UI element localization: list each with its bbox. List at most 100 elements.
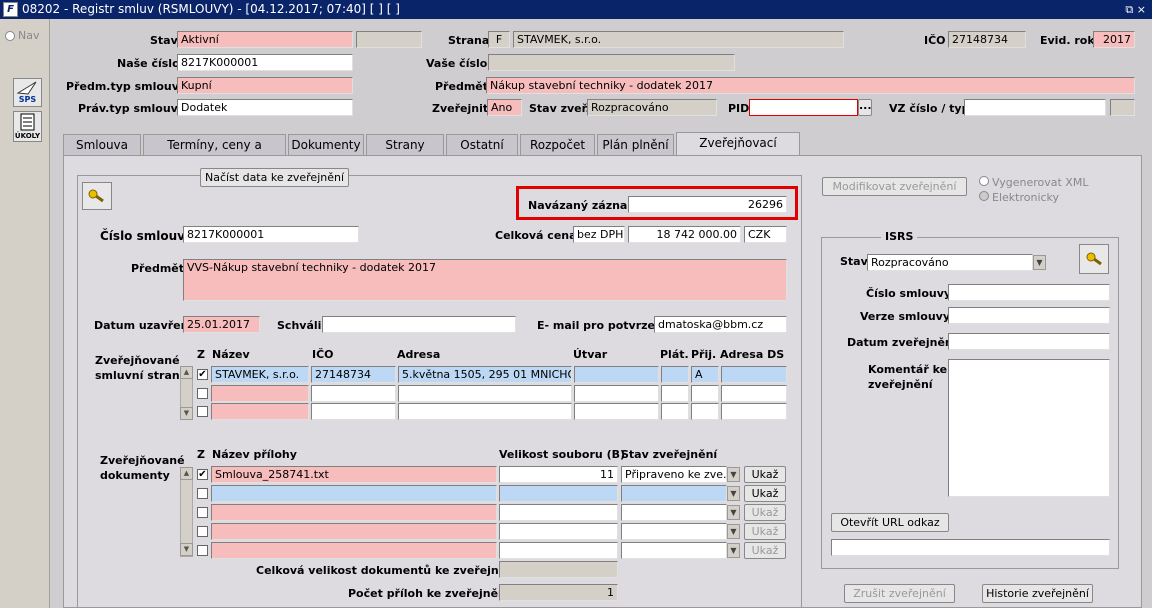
strany-row-adresa-ds[interactable]	[721, 366, 787, 383]
strany-row-ico[interactable]: 27148734	[311, 366, 396, 383]
strany-row-ico[interactable]	[311, 403, 396, 420]
strany-row-nazev[interactable]: STAVMEK, s.r.o.	[211, 366, 309, 383]
dokument-row-stav[interactable]	[621, 542, 727, 559]
dokument-row-checkbox[interactable]	[197, 507, 208, 518]
strany-row-nazev[interactable]	[211, 385, 309, 402]
predm-typ-field[interactable]: Kupní	[177, 77, 353, 94]
dokument-row-stav[interactable]	[621, 523, 727, 540]
evid-rok-field[interactable]: 2017	[1093, 31, 1135, 48]
strany-row-prij[interactable]: A	[691, 366, 719, 383]
tab-plan-plneni[interactable]: Plán plnění	[597, 134, 674, 155]
dokument-row-velikost[interactable]	[499, 504, 618, 521]
isrs-verze-field[interactable]	[948, 307, 1110, 324]
predmet-field[interactable]: Nákup stavební techniky - dodatek 2017	[486, 77, 1135, 94]
cislo-smlouvy-field[interactable]: 8217K000001	[183, 226, 359, 243]
dokument-row-stav[interactable]	[621, 485, 727, 502]
ukaz-button[interactable]: Ukaž	[744, 504, 786, 521]
tab-strany[interactable]: Strany	[366, 134, 444, 155]
pid-field[interactable]	[749, 99, 858, 116]
dokument-row-nazev[interactable]	[211, 523, 497, 540]
isrs-url-field[interactable]	[831, 539, 1110, 556]
mena-field[interactable]: CZK	[744, 226, 787, 243]
ukoly-icon[interactable]: ÚKOLY	[13, 111, 42, 142]
strany-row-adresa[interactable]	[398, 385, 572, 402]
vz-cislo-field[interactable]	[964, 99, 1106, 116]
strany-scroll-down[interactable]: ▼	[180, 407, 193, 420]
chevron-down-icon[interactable]: ▼	[1033, 255, 1046, 270]
strany-row-prij[interactable]	[691, 403, 719, 420]
strany-row-plat[interactable]	[661, 385, 689, 402]
dokument-row-checkbox[interactable]	[197, 545, 208, 556]
strany-row-prij[interactable]	[691, 385, 719, 402]
cena-field[interactable]: 18 742 000.00	[628, 226, 741, 243]
window-controls[interactable]: ⧉ ×	[1125, 0, 1146, 19]
strany-row-adresa[interactable]	[398, 403, 572, 420]
isrs-datum-field[interactable]	[948, 333, 1110, 350]
elektronicky-radio[interactable]	[979, 191, 989, 201]
dokument-row-velikost[interactable]	[499, 485, 618, 502]
strany-row-utvar[interactable]	[574, 403, 659, 420]
tab-smlouva[interactable]: Smlouva	[63, 134, 141, 155]
dokument-row-checkbox[interactable]	[197, 488, 208, 499]
dokument-row-velikost[interactable]	[499, 542, 618, 559]
chevron-down-icon[interactable]: ▼	[727, 467, 740, 482]
cena-typ-field[interactable]: bez DPH	[573, 226, 625, 243]
ukaz-button[interactable]: Ukaž	[744, 466, 786, 483]
zverejnit-field[interactable]: Ano	[487, 99, 522, 116]
predmet-panel-field[interactable]: VVS-Nákup stavební techniky - dodatek 20…	[183, 259, 787, 301]
tab-rozpocet[interactable]: Rozpočet	[520, 134, 595, 155]
datum-uzavreni-field[interactable]: 25.01.2017	[183, 316, 260, 333]
strany-row-checkbox[interactable]	[197, 388, 208, 399]
chevron-down-icon[interactable]: ▼	[727, 505, 740, 520]
dokument-row-checkbox[interactable]	[197, 526, 208, 537]
dokument-row-stav[interactable]	[621, 504, 727, 521]
key-icon[interactable]	[82, 182, 112, 210]
pid-lookup-button[interactable]: ...	[858, 99, 872, 116]
strany-row-utvar[interactable]	[574, 385, 659, 402]
nase-cislo-field[interactable]: 8217K000001	[177, 54, 353, 71]
strany-row-ico[interactable]	[311, 385, 396, 402]
dokument-row-nazev[interactable]	[211, 504, 497, 521]
ukaz-button[interactable]: Ukaž	[744, 485, 786, 502]
ukaz-button[interactable]: Ukaž	[744, 542, 786, 559]
dokument-row-stav[interactable]: Připraveno ke zve...	[621, 466, 727, 483]
isrs-stav-field[interactable]: Rozpracováno	[867, 254, 1033, 271]
tab-dokumenty[interactable]: Dokumenty	[288, 134, 364, 155]
zrusit-zverejneni-button[interactable]: Zrušit zveřejnění	[844, 584, 955, 603]
ukaz-button[interactable]: Ukaž	[744, 523, 786, 540]
prav-typ-field[interactable]: Dodatek	[177, 99, 353, 116]
isrs-cislo-field[interactable]	[948, 284, 1110, 301]
chevron-down-icon[interactable]: ▼	[727, 543, 740, 558]
strany-row-adresa[interactable]: 5.května 1505, 295 01 MNICHOVO H	[398, 366, 572, 383]
vygenerovat-xml-radio[interactable]	[979, 176, 989, 186]
dokumenty-scroll-down[interactable]: ▼	[180, 543, 193, 556]
strany-row-plat[interactable]	[661, 403, 689, 420]
chevron-down-icon[interactable]: ▼	[727, 524, 740, 539]
strany-row-nazev[interactable]	[211, 403, 309, 420]
strany-row-utvar[interactable]	[574, 366, 659, 383]
dokument-row-checkbox[interactable]: ✔	[197, 469, 208, 480]
strany-row-adresa-ds[interactable]	[721, 403, 787, 420]
tab-ostatni[interactable]: Ostatní	[446, 134, 518, 155]
dokumenty-scroll-up[interactable]: ▲	[180, 467, 193, 480]
dokument-row-nazev[interactable]	[211, 485, 497, 502]
chevron-down-icon[interactable]: ▼	[727, 486, 740, 501]
nav-radio[interactable]	[5, 31, 15, 41]
strany-row-plat[interactable]	[661, 366, 689, 383]
dokument-row-nazev[interactable]	[211, 542, 497, 559]
navazany-field[interactable]: 26296	[628, 196, 787, 213]
tab-zverejnovaci-dolozka[interactable]: Zveřejňovací doložka	[676, 132, 800, 170]
otevrit-url-button[interactable]: Otevřít URL odkaz	[831, 513, 949, 532]
sps-icon[interactable]: SPS	[13, 78, 42, 107]
isrs-komentar-field[interactable]	[948, 359, 1110, 497]
dokument-row-nazev[interactable]: Smlouva_258741.txt	[211, 466, 497, 483]
isrs-key-icon[interactable]	[1079, 244, 1109, 274]
strany-scroll-up[interactable]: ▲	[180, 366, 193, 379]
nacist-data-button[interactable]: Načíst data ke zveřejnění	[200, 168, 349, 187]
modifikovat-button[interactable]: Modifikovat zveřejnění	[822, 177, 967, 196]
stav-field[interactable]: Aktivní	[177, 31, 353, 48]
historie-zverejneni-button[interactable]: Historie zveřejnění	[982, 584, 1093, 603]
strany-row-checkbox[interactable]: ✔	[197, 369, 208, 380]
dokument-row-velikost[interactable]	[499, 523, 618, 540]
tab-terminy[interactable]: Termíny, ceny a činnosti	[143, 134, 286, 172]
